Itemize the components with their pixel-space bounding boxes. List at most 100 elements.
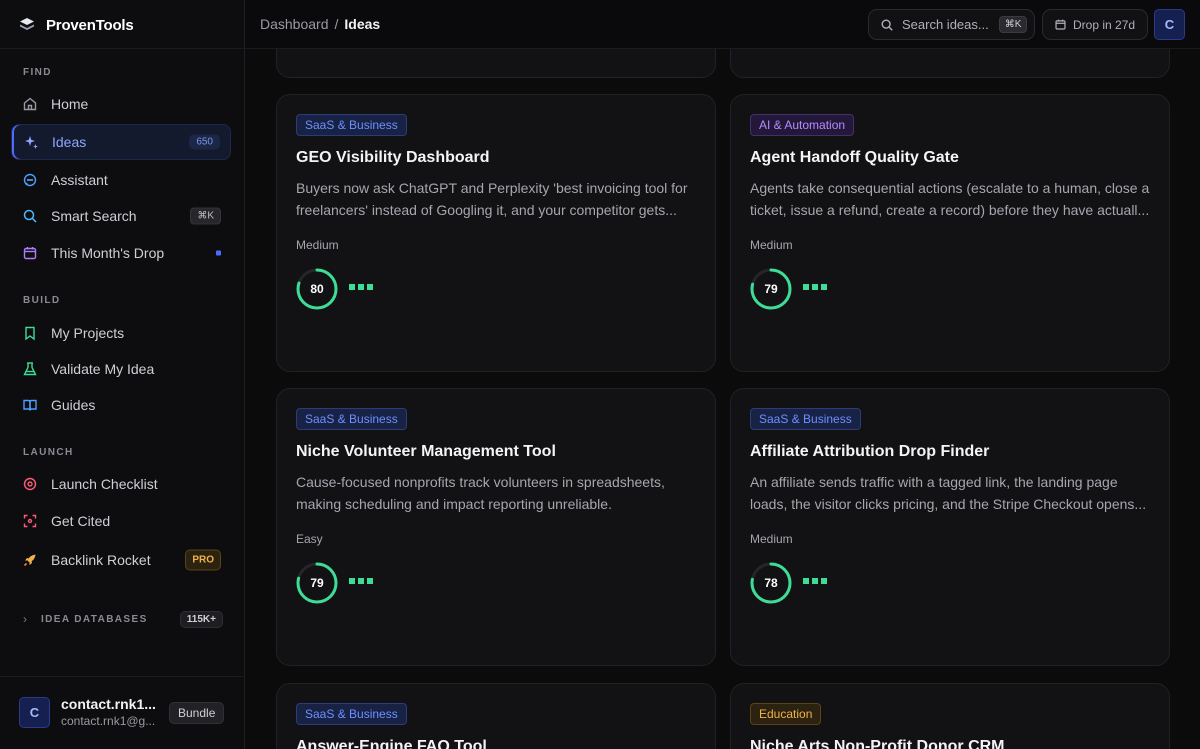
flask-icon xyxy=(23,362,37,376)
idea-description: An affiliate sends traffic with a tagged… xyxy=(750,474,1147,512)
sidebar-item-this-months-drop[interactable]: This Month's Drop xyxy=(11,235,231,271)
idea-title: Agent Handoff Quality Gate xyxy=(750,149,959,166)
plan-badge: Bundle xyxy=(169,702,225,724)
calendar-icon xyxy=(1055,19,1066,30)
sidebar-item-ideas[interactable]: Ideas 650 xyxy=(11,124,231,160)
sidebar-item-backlink-rocket[interactable]: Backlink Rocket PRO xyxy=(11,542,231,578)
user-email: contact.rnk1@g... xyxy=(61,714,156,728)
divider xyxy=(0,48,245,49)
score-value: 80 xyxy=(310,282,324,296)
difficulty-label: Easy xyxy=(296,532,323,546)
score-ring: 78 xyxy=(749,561,793,605)
sidebar-item-label: Get Cited xyxy=(51,513,111,529)
idea-description: Cause-focused nonprofits track volunteer… xyxy=(296,474,665,512)
idea-title: GEO Visibility Dashboard xyxy=(296,149,490,166)
sidebar-item-label: Validate My Idea xyxy=(51,361,155,377)
idea-description: Buyers now ask ChatGPT and Perplexity 'b… xyxy=(296,180,688,218)
sidebar-item-label: My Projects xyxy=(51,325,125,341)
score-ring: 79 xyxy=(295,561,339,605)
topbar: Dashboard / Ideas Search ideas... ⌘K Dro… xyxy=(245,0,1200,49)
home-icon xyxy=(23,97,37,111)
scan-icon xyxy=(23,514,37,528)
drop-countdown-button[interactable]: Drop in 27d xyxy=(1042,9,1148,40)
avatar[interactable]: C xyxy=(1154,9,1185,40)
sidebar-item-my-projects[interactable]: My Projects xyxy=(11,315,231,351)
sidebar-item-home[interactable]: Home xyxy=(11,86,231,122)
category-tag: SaaS & Business xyxy=(296,114,407,136)
sidebar: ProvenTools FIND Home Ideas 650 Assistan… xyxy=(0,0,245,749)
sidebar-item-label: Guides xyxy=(51,397,96,413)
breadcrumb-current: Ideas xyxy=(344,16,381,32)
sidebar-item-launch-checklist[interactable]: Launch Checklist xyxy=(11,466,231,502)
sidebar-item-label: This Month's Drop xyxy=(51,245,165,261)
sparkle-icon xyxy=(25,136,38,149)
category-tag: SaaS & Business xyxy=(750,408,861,430)
rating-bars xyxy=(349,284,373,290)
idea-card[interactable]: SaaS & Business GEO Visibility Dashboard… xyxy=(276,94,716,372)
category-tag: AI & Automation xyxy=(750,114,855,136)
rocket-icon xyxy=(23,554,36,567)
sidebar-item-label: Launch Checklist xyxy=(51,476,158,492)
sidebar-item-validate-my-idea[interactable]: Validate My Idea xyxy=(11,351,231,387)
idea-card[interactable]: AI & Automation Agent Handoff Quality Ga… xyxy=(730,94,1170,372)
idea-card[interactable]: Education Niche Arts Non-Profit Donor CR… xyxy=(730,683,1170,749)
target-icon xyxy=(23,477,37,491)
calendar-icon xyxy=(23,247,37,260)
difficulty-label: Medium xyxy=(750,238,793,252)
sidebar-item-label: Backlink Rocket xyxy=(51,552,151,568)
breadcrumb: Dashboard / Ideas xyxy=(260,16,380,32)
divider xyxy=(0,676,245,677)
user-account[interactable]: C contact.rnk1... contact.rnk1@g... xyxy=(19,696,156,728)
logo-icon xyxy=(20,18,34,30)
brand-name: ProvenTools xyxy=(46,16,134,34)
sidebar-item-guides[interactable]: Guides xyxy=(11,387,231,423)
avatar: C xyxy=(19,696,50,728)
idea-databases-toggle[interactable]: › IDEA DATABASES 115K+ xyxy=(23,609,223,629)
idea-description: Agents take consequential actions (escal… xyxy=(750,180,1150,218)
category-tag: SaaS & Business xyxy=(296,703,407,725)
shortcut-badge: ⌘K xyxy=(998,16,1028,33)
section-label-find: FIND xyxy=(23,67,52,78)
rating-bars xyxy=(349,578,373,584)
idea-title: Answer-Engine FAQ Tool xyxy=(296,738,487,749)
pro-badge: PRO xyxy=(185,549,221,571)
sidebar-item-smart-search[interactable]: Smart Search ⌘K xyxy=(11,198,231,234)
sidebar-item-label: Smart Search xyxy=(51,208,137,224)
idea-title: Affiliate Attribution Drop Finder xyxy=(750,443,990,460)
count-badge: 650 xyxy=(189,134,220,150)
section-label-launch: LAUNCH xyxy=(23,447,74,458)
sidebar-item-get-cited[interactable]: Get Cited xyxy=(11,503,231,539)
difficulty-label: Medium xyxy=(296,238,339,252)
bookmark-icon xyxy=(25,326,35,341)
idea-title: Niche Arts Non-Profit Donor CRM xyxy=(750,738,1005,749)
idea-card[interactable]: SaaS & Business Niche Volunteer Manageme… xyxy=(276,388,716,666)
idea-title: Niche Volunteer Management Tool xyxy=(296,443,556,460)
score-value: 79 xyxy=(310,576,324,590)
search-placeholder: Search ideas... xyxy=(902,17,989,32)
brand[interactable]: ProvenTools xyxy=(18,13,134,37)
section-label-build: BUILD xyxy=(23,295,61,306)
shortcut-badge: ⌘K xyxy=(190,207,221,225)
idea-card[interactable]: SaaS & Business Affiliate Attribution Dr… xyxy=(730,388,1170,666)
breadcrumb-parent[interactable]: Dashboard xyxy=(260,16,329,32)
chat-icon xyxy=(23,173,37,187)
sidebar-item-label: Home xyxy=(51,96,89,112)
sidebar-item-label: Ideas xyxy=(52,134,87,150)
user-name: contact.rnk1... xyxy=(61,696,156,712)
search-input[interactable]: Search ideas... ⌘K xyxy=(868,9,1035,40)
score-value: 78 xyxy=(764,576,778,590)
idea-card[interactable]: SaaS & Business Answer-Engine FAQ Tool xyxy=(276,683,716,749)
rating-bars xyxy=(803,578,827,584)
chevron-right-icon: › xyxy=(23,612,27,626)
idea-databases-count: 115K+ xyxy=(179,610,223,628)
drop-label: Drop in 27d xyxy=(1073,17,1136,32)
category-tag: Education xyxy=(750,703,822,725)
score-value: 79 xyxy=(764,282,778,296)
idea-databases-label: IDEA DATABASES xyxy=(41,613,148,625)
score-ring: 80 xyxy=(295,267,339,311)
rating-bars xyxy=(803,284,827,290)
new-dot xyxy=(216,250,221,256)
search-icon xyxy=(881,18,893,31)
book-icon xyxy=(23,399,37,411)
sidebar-item-assistant[interactable]: Assistant xyxy=(11,162,231,198)
